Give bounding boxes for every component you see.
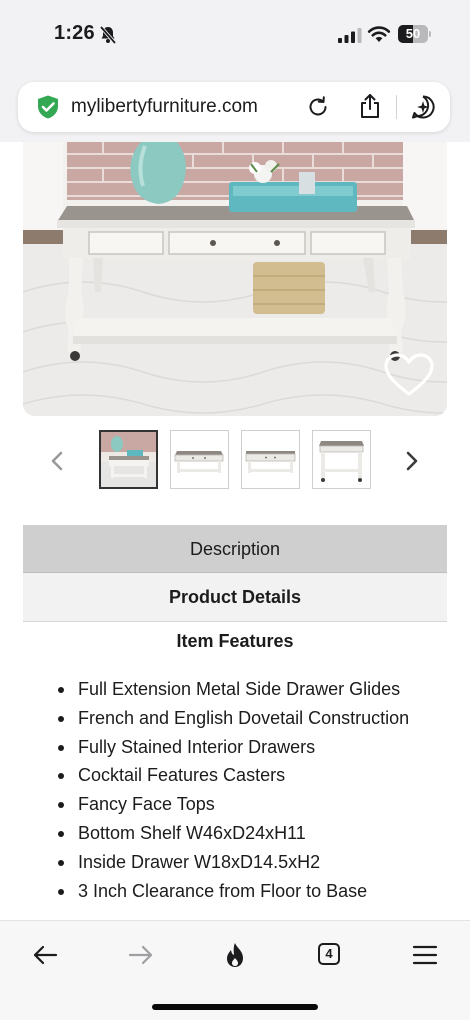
shield-check-icon[interactable]: [35, 94, 61, 120]
feature-item: 3 Inch Clearance from Floor to Base: [56, 877, 456, 906]
features-list: Full Extension Metal Side Drawer Glides …: [56, 675, 456, 905]
browser-chrome-top: mylibertyfurniture.com: [0, 70, 470, 142]
chevron-left-icon[interactable]: [47, 450, 69, 472]
features-heading: Item Features: [176, 631, 294, 651]
battery-level-text: 50: [405, 26, 421, 41]
feature-item: Fancy Face Tops: [56, 790, 456, 819]
feature-item: French and English Dovetail Construction: [56, 704, 456, 733]
wifi-icon: [367, 26, 391, 42]
bell-slash-icon: [99, 25, 117, 45]
thumbnail-2[interactable]: [170, 430, 229, 489]
battery-icon: 50: [398, 25, 432, 43]
cellular-signal-icon: [338, 28, 362, 43]
status-bar: 1:26 50: [0, 0, 470, 70]
ai-sparkle-icon[interactable]: [410, 94, 436, 120]
reload-icon[interactable]: [306, 95, 330, 119]
menu-icon[interactable]: [410, 940, 440, 970]
home-indicator: [152, 1004, 318, 1010]
chevron-right-icon[interactable]: [400, 450, 422, 472]
feature-item: Full Extension Metal Side Drawer Glides: [56, 675, 456, 704]
share-icon[interactable]: [358, 93, 382, 119]
forward-arrow-icon[interactable]: [126, 940, 156, 970]
tab-count-button[interactable]: 4: [318, 943, 340, 965]
heart-icon[interactable]: [383, 352, 435, 398]
url-text[interactable]: mylibertyfurniture.com: [71, 96, 258, 118]
feature-item: Bottom Shelf W46xD24xH11: [56, 819, 456, 848]
tab-product-details[interactable]: Product Details: [23, 573, 447, 622]
feature-item: Inside Drawer W18xD14.5xH2: [56, 848, 456, 877]
tab-description[interactable]: Description: [23, 525, 447, 573]
thumbnail-1[interactable]: [99, 430, 158, 489]
address-bar[interactable]: mylibertyfurniture.com: [18, 82, 450, 132]
feature-item: Fully Stained Interior Drawers: [56, 733, 456, 762]
thumbnail-3[interactable]: [241, 430, 300, 489]
back-arrow-icon[interactable]: [30, 940, 60, 970]
address-bar-divider: [396, 95, 397, 119]
status-time: 1:26: [54, 22, 95, 44]
feature-item: Cocktail Features Casters: [56, 761, 456, 790]
thumbnail-4[interactable]: [312, 430, 371, 489]
flame-icon[interactable]: [220, 940, 250, 970]
